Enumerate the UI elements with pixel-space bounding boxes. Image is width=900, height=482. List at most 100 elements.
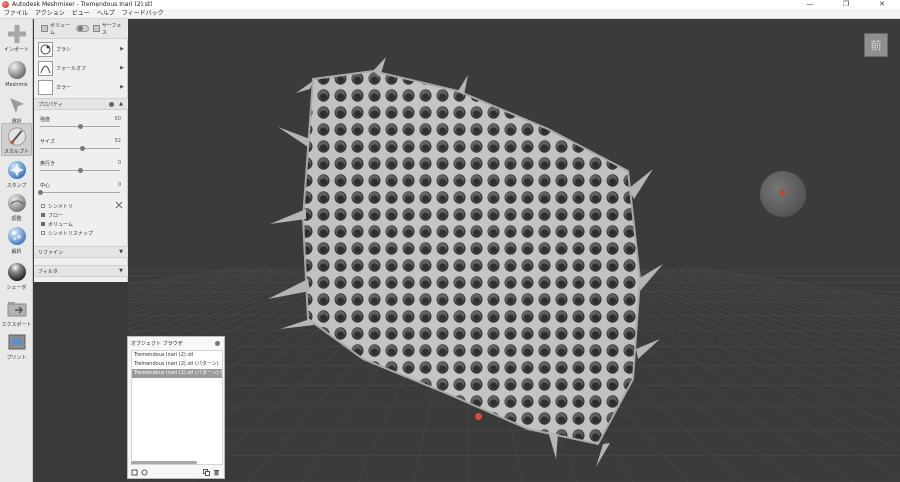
slider-value: 0 — [117, 160, 121, 166]
tool-label: 調整 — [11, 216, 22, 222]
refine-header[interactable]: リファイン ▼ — [34, 246, 128, 258]
mode-row: ボリューム サーフェス — [34, 19, 128, 39]
checkbox-box[interactable] — [41, 213, 45, 217]
menu-feedback[interactable]: フィードバック — [120, 9, 169, 19]
slider-label: 中心 — [40, 183, 51, 189]
tool-print[interactable]: プリント — [1, 329, 32, 362]
slider-handle[interactable] — [78, 168, 83, 173]
sculpt-panel: ボリューム サーフェス ブラシ ▶ フォールオフ ▶ カラー ▶ プロパティ ▲… — [34, 19, 128, 282]
trash-icon[interactable] — [213, 469, 220, 476]
scene-canvas — [128, 57, 900, 482]
list-item[interactable]: Tremendous Inari (2).stl (パターン) (パター — [132, 369, 222, 378]
maximize-button[interactable]: ❐ — [828, 0, 864, 9]
slider-handle[interactable] — [78, 124, 83, 129]
tool-stamp[interactable]: スタンプ — [1, 157, 32, 190]
color-selector[interactable]: カラー ▶ — [38, 78, 126, 96]
brush-selector[interactable]: ブラシ ▶ — [38, 40, 126, 58]
refine-header-label: リファイン — [38, 249, 64, 256]
depth-slider[interactable]: 奥行き 0 — [40, 160, 125, 173]
menu-file[interactable]: ファイル — [2, 9, 33, 19]
color-label: カラー — [56, 84, 72, 91]
tool-sculpt[interactable]: スカルプト — [1, 123, 32, 156]
symmetry-snap-checkbox[interactable]: シンメトリスナップ — [41, 229, 121, 237]
shader-sphere-icon — [7, 263, 26, 281]
tool-select[interactable]: 選択 — [1, 93, 32, 126]
tool-label: シェーダ — [6, 285, 27, 291]
orbit-center-dot — [780, 190, 785, 195]
falloff-curve-icon — [38, 60, 53, 76]
volume-checkbox[interactable]: ボリューム — [41, 220, 121, 228]
chevron-down-icon: ▼ — [119, 249, 123, 255]
slider-handle[interactable] — [38, 190, 43, 195]
pivot-point-marker[interactable] — [475, 413, 482, 420]
flow-checkbox[interactable]: フロー — [41, 211, 121, 219]
edit-sphere-icon — [7, 194, 26, 212]
slider-handle[interactable] — [79, 146, 85, 151]
stamp-icon — [7, 161, 26, 179]
tool-label: インポート — [3, 47, 29, 53]
close-icon[interactable] — [215, 340, 220, 346]
menu-view[interactable]: ビュー — [70, 9, 95, 19]
checkbox-box[interactable] — [41, 231, 45, 235]
checkbox-label: シンメトリ — [48, 203, 73, 210]
chevron-right-icon: ▶ — [120, 84, 124, 90]
plus-icon — [7, 25, 26, 43]
tool-export[interactable]: エクスポート — [1, 296, 32, 329]
strength-slider[interactable]: 強度 50 — [40, 116, 125, 129]
tool-import[interactable]: インポート — [1, 21, 32, 54]
chevron-up-icon: ▲ — [119, 101, 123, 107]
filter-header-label: フィルタ — [38, 268, 58, 275]
tool-label: プリント — [6, 355, 27, 361]
orbit-navigation-ball[interactable] — [760, 171, 806, 217]
analysis-sphere-icon — [7, 227, 26, 245]
surface-mode-label: サーフェス — [101, 22, 122, 36]
tool-meshmix[interactable]: Meshmix — [1, 57, 32, 90]
slider-label: サイズ — [40, 139, 55, 145]
brush-circle-icon — [38, 41, 53, 57]
visibility-icon[interactable] — [141, 469, 148, 476]
close-button[interactable]: ✕ — [864, 0, 900, 9]
tool-shader[interactable]: シェーダ — [1, 259, 32, 292]
tool-label: スカルプト — [3, 149, 29, 155]
lazy-slider[interactable]: 中心 0 — [38, 182, 125, 195]
size-slider[interactable]: サイズ 52 — [40, 138, 125, 151]
properties-header[interactable]: プロパティ ▲ — [34, 98, 128, 110]
menu-action[interactable]: アクション — [33, 9, 70, 19]
slider-value: 0 — [117, 182, 121, 188]
list-item[interactable]: Tremendous Inari (2).stl (パターン) — [132, 360, 222, 369]
symmetry-plane-icon[interactable] — [115, 201, 123, 209]
surface-mode-icon[interactable] — [92, 25, 100, 32]
volume-mode-icon — [41, 25, 48, 32]
checkbox-box[interactable] — [41, 204, 45, 208]
mode-toggle[interactable] — [76, 25, 89, 32]
horizontal-scrollbar[interactable] — [131, 461, 197, 464]
falloff-selector[interactable]: フォールオフ ▶ — [38, 59, 126, 77]
chevron-down-icon: ▼ — [119, 268, 123, 274]
meshmixer-window: Autodesk Meshmixer - Tremendous Inari (2… — [0, 0, 900, 482]
print-icon — [8, 334, 25, 350]
object-browser-footer — [128, 467, 224, 478]
minimize-button[interactable]: — — [792, 0, 828, 9]
left-toolbar: インポート Meshmix 選択 スカルプト スタンプ 調整 解析 シェーダ エ… — [0, 19, 33, 482]
view-cube[interactable]: 前 — [864, 33, 888, 57]
object-browser-header: オブジェクト ブラウザ — [128, 337, 224, 349]
tool-label: 解析 — [11, 249, 22, 255]
export-folder-icon — [7, 302, 26, 317]
symmetry-checkbox[interactable]: シンメトリ — [41, 202, 121, 210]
tool-edit[interactable]: 調整 — [1, 190, 32, 223]
checkbox-label: ボリューム — [48, 221, 73, 228]
mesh-object[interactable] — [268, 57, 663, 467]
tool-analysis[interactable]: 解析 — [1, 223, 32, 256]
menu-help[interactable]: ヘルプ — [95, 9, 120, 19]
volume-mode-label: ボリューム — [49, 22, 70, 36]
filter-header[interactable]: フィルタ ▼ — [34, 265, 128, 277]
checkbox-label: フロー — [48, 212, 64, 219]
3d-viewport[interactable]: 前 — [128, 19, 900, 482]
duplicate-icon[interactable] — [203, 469, 210, 476]
slider-label: 奥行き — [40, 161, 56, 167]
checkbox-box[interactable] — [41, 222, 45, 226]
gear-icon[interactable] — [109, 101, 115, 107]
cube-icon[interactable] — [131, 469, 138, 476]
slider-track — [40, 192, 120, 193]
list-item[interactable]: Tremendous Inari (2).stl — [132, 351, 222, 360]
